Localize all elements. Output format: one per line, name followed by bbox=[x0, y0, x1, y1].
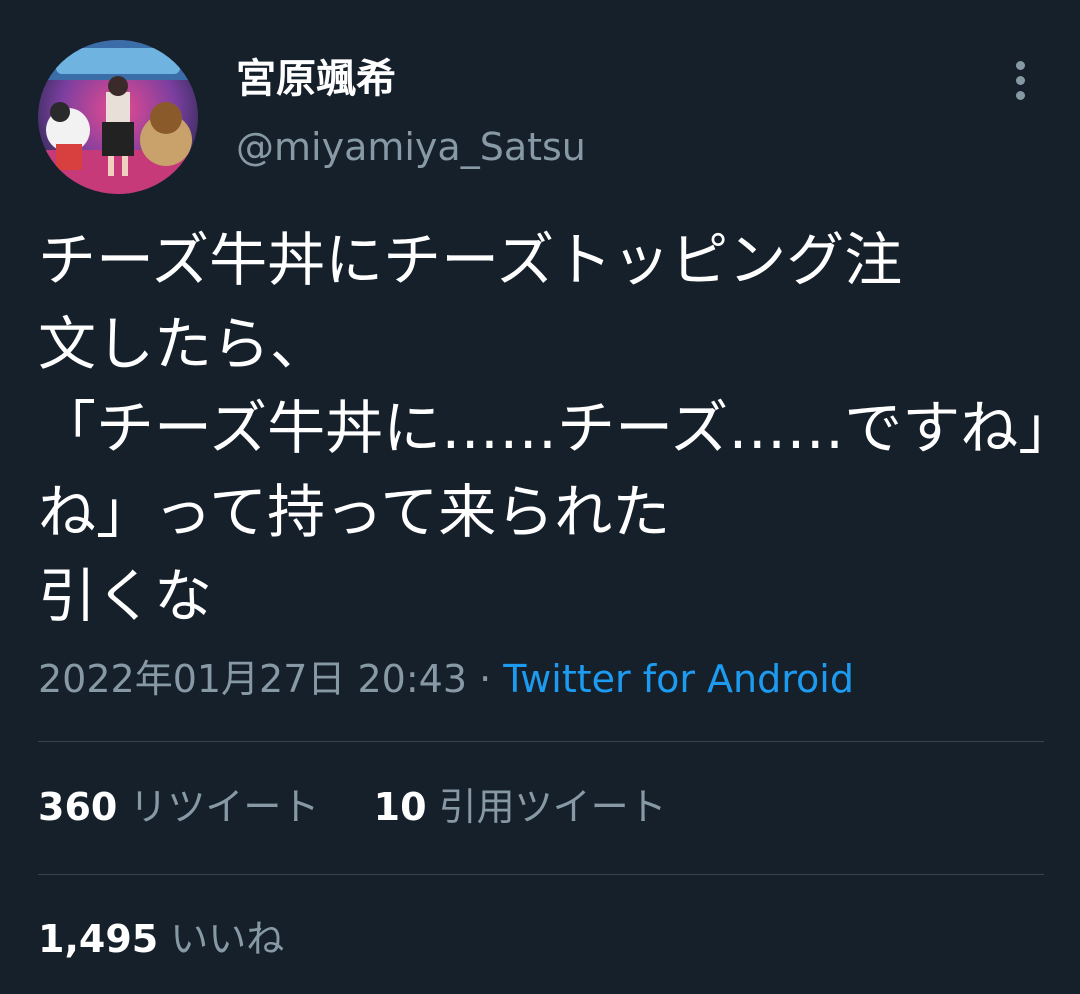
tweet-text-line: 文したら、 bbox=[38, 310, 329, 378]
tweet-text-line: 引くな bbox=[38, 562, 213, 630]
divider bbox=[38, 874, 1044, 875]
like-count: 1,495 bbox=[38, 917, 159, 961]
retweet-count: 360 bbox=[38, 785, 118, 829]
tweet-text-line: ね」って持って来られた bbox=[38, 478, 671, 546]
author-display-name[interactable]: 宮原颯希 bbox=[236, 52, 396, 106]
more-vertical-icon bbox=[1015, 60, 1025, 70]
likes-stat[interactable]: 1,495 いいね bbox=[38, 912, 284, 966]
more-options-button[interactable] bbox=[1000, 56, 1040, 104]
avatar[interactable] bbox=[38, 40, 198, 194]
likes-stats-row: 1,495 いいね bbox=[38, 912, 284, 966]
tweet-timestamp[interactable]: 2022年01月27日 20:43 bbox=[38, 657, 467, 701]
tweet-text-line: 「チーズ牛丼に……チーズ……ですね」 bbox=[38, 394, 1077, 462]
avatar-image bbox=[38, 40, 198, 194]
more-vertical-icon-dot bbox=[1015, 90, 1025, 100]
tweet-text: チーズ牛丼にチーズトッピング注 文したら、 「チーズ牛丼に……チーズ……ですね」… bbox=[38, 218, 1077, 638]
meta-separator: · bbox=[467, 657, 504, 701]
divider bbox=[38, 741, 1044, 742]
author-handle[interactable]: @miyamiya_Satsu bbox=[236, 122, 586, 172]
retweet-stats-row: 360 リツイート 10 引用ツイート bbox=[38, 780, 667, 834]
like-label: いいね bbox=[170, 917, 285, 961]
tweet-source-link[interactable]: Twitter for Android bbox=[503, 657, 854, 701]
retweets-stat[interactable]: 360 リツイート bbox=[38, 780, 319, 834]
retweet-label: リツイート bbox=[129, 785, 320, 829]
quote-label: 引用ツイート bbox=[438, 785, 667, 829]
tweet-text-line: チーズ牛丼にチーズトッピング注 bbox=[38, 226, 903, 294]
quote-count: 10 bbox=[373, 785, 427, 829]
tweet-meta: 2022年01月27日 20:43 · Twitter for Android bbox=[38, 652, 854, 706]
more-vertical-icon-dot bbox=[1015, 75, 1025, 85]
quotes-stat[interactable]: 10 引用ツイート bbox=[374, 780, 667, 834]
